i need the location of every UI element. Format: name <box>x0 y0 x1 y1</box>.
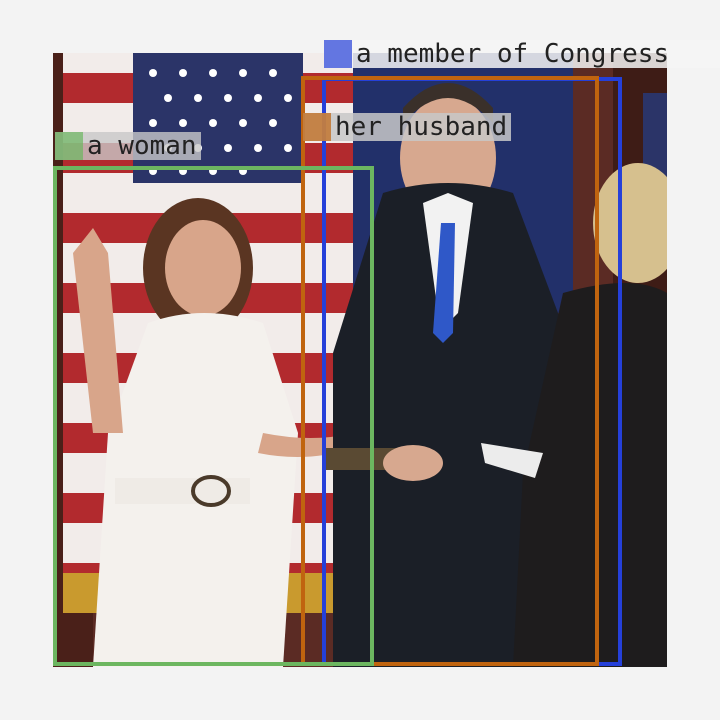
label-text: a member of Congress <box>356 40 670 68</box>
label-swatch <box>303 113 331 141</box>
label-swatch <box>324 40 352 68</box>
label-member-of-congress: a member of Congress <box>324 40 720 68</box>
label-text: her husband <box>335 113 508 141</box>
label-text: a woman <box>87 132 197 160</box>
bbox-a-woman <box>53 166 374 666</box>
label-swatch <box>55 132 83 160</box>
label-her-husband: her husband <box>303 113 512 141</box>
label-a-woman: a woman <box>55 132 201 160</box>
